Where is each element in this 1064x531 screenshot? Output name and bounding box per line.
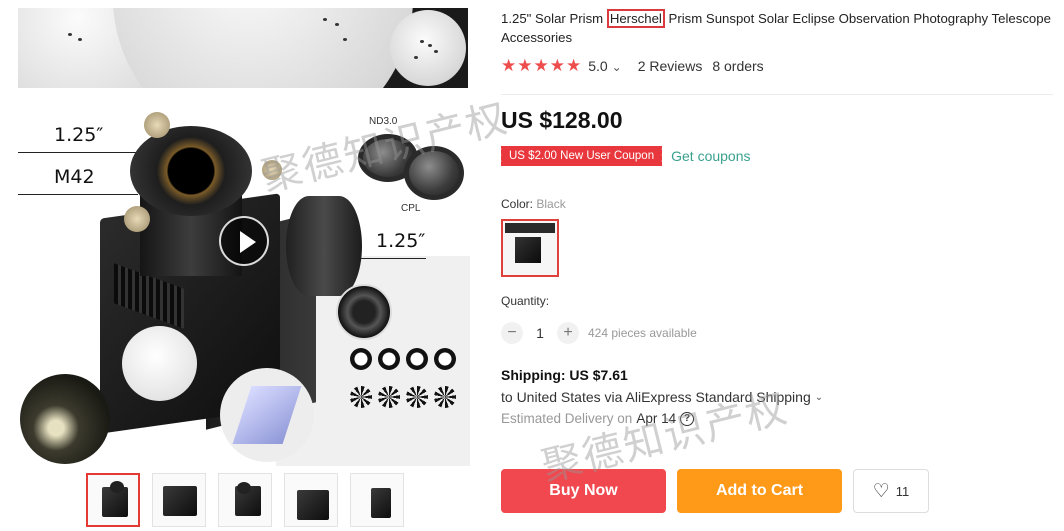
coupon-row: US $2.00 New User Coupon Get coupons: [498, 146, 1056, 166]
dimension-line: [18, 194, 138, 195]
dimension-line: [18, 152, 143, 153]
product-info: 1.25" Solar Prism Herschel Prism Sunspot…: [498, 9, 1056, 426]
estimated-delivery: Estimated Delivery on Apr 14 ?: [501, 411, 1056, 426]
thumbnail-2[interactable]: [152, 473, 206, 527]
heart-icon: ♡: [872, 480, 890, 502]
thumbscrew-left: [124, 206, 150, 232]
filter-label-cpl: CPL: [401, 203, 421, 214]
help-icon[interactable]: ?: [680, 411, 695, 426]
thumbscrew-top: [144, 112, 170, 138]
quantity-input[interactable]: [523, 325, 557, 341]
shipping-price: Shipping: US $7.61: [501, 367, 628, 383]
product-title: 1.25" Solar Prism Herschel Prism Sunspot…: [501, 9, 1056, 47]
divider: [501, 94, 1053, 95]
aperture-icon: [434, 348, 456, 370]
color-value: Black: [536, 197, 566, 211]
sun-photo-right: [390, 10, 466, 86]
quantity-label: Quantity:: [501, 294, 550, 308]
aperture-icon: [350, 348, 372, 370]
thumbscrew-right: [262, 160, 282, 180]
thumbnail-strip: [86, 473, 404, 527]
filter-label-nd: ND3.0: [369, 116, 398, 127]
wishlist-count: 11: [895, 483, 910, 499]
title-text: 1.25" Solar Prism: [501, 11, 607, 26]
prism-glass: [232, 386, 302, 444]
play-video-icon[interactable]: [219, 216, 269, 266]
rating-value[interactable]: 5.0 ⌄: [588, 58, 622, 74]
sun-photo-center: [113, 8, 413, 88]
shipping-method[interactable]: to United States via AliExpress Standard…: [501, 389, 1056, 405]
dimension-label-side: 1.25″: [376, 230, 426, 252]
thumbnail-3[interactable]: [218, 473, 272, 527]
action-buttons: Buy Now Add to Cart ♡ 11: [501, 469, 929, 513]
eyepiece-view-inset: [20, 374, 110, 464]
buy-now-button[interactable]: Buy Now: [501, 469, 666, 513]
product-price: US $128.00: [501, 107, 623, 133]
orders-count: 8 orders: [712, 58, 764, 74]
end-cap-image: [336, 284, 392, 340]
aperture-icon: [378, 386, 400, 408]
pieces-available: 424 pieces available: [588, 326, 697, 340]
new-user-coupon-badge[interactable]: US $2.00 New User Coupon: [498, 146, 663, 166]
get-coupons-link[interactable]: Get coupons: [671, 148, 750, 164]
prism-glass-inset: [220, 368, 314, 462]
aperture-icon: [350, 386, 372, 408]
quantity-stepper: − + 424 pieces available: [501, 322, 1056, 344]
main-product-image[interactable]: 1.25″ M42 1.25″ ND3.0 CPL: [18, 96, 470, 466]
wishlist-button[interactable]: ♡ 11: [853, 469, 929, 513]
eyepiece-opening: [130, 126, 252, 216]
side-eyepiece-tube: [286, 196, 362, 296]
thumbnail-1[interactable]: [86, 473, 140, 527]
aperture-icon: [406, 348, 428, 370]
shipping-destination: to United States via AliExpress Standard…: [501, 389, 811, 405]
aperture-icon: [406, 386, 428, 408]
aperture-icon: [434, 386, 456, 408]
cpl-filter-image: [404, 146, 464, 200]
rating-number: 5.0: [588, 58, 608, 74]
thumbnail-5[interactable]: [350, 473, 404, 527]
decrease-quantity-button[interactable]: −: [501, 322, 523, 344]
rating-row: ★★★★★ 5.0 ⌄ 2 Reviews 8 orders: [501, 56, 1056, 76]
color-label: Color:: [501, 197, 537, 211]
thumbnail-4[interactable]: [284, 473, 338, 527]
add-to-cart-button[interactable]: Add to Cart: [677, 469, 842, 513]
delivery-date: Apr 14: [636, 411, 677, 426]
chevron-down-icon: ⌄: [611, 60, 622, 74]
reviews-link[interactable]: 2 Reviews: [638, 58, 703, 74]
sunspot-banner-image: [18, 8, 468, 88]
color-selector: Color: Black: [501, 197, 1056, 277]
delivery-label: Estimated Delivery on: [501, 411, 633, 426]
star-rating-icon: ★★★★★: [501, 56, 583, 75]
increase-quantity-button[interactable]: +: [557, 322, 579, 344]
dimension-label-m42: M42: [54, 166, 95, 188]
filter-window: [122, 326, 197, 401]
chevron-down-icon: ⌄: [814, 391, 824, 403]
aperture-icon: [378, 348, 400, 370]
color-swatch-black[interactable]: [501, 219, 559, 277]
title-highlight: Herschel: [606, 9, 665, 28]
dimension-label-top: 1.25″: [54, 124, 104, 146]
product-gallery: 1.25″ M42 1.25″ ND3.0 CPL: [18, 8, 470, 466]
